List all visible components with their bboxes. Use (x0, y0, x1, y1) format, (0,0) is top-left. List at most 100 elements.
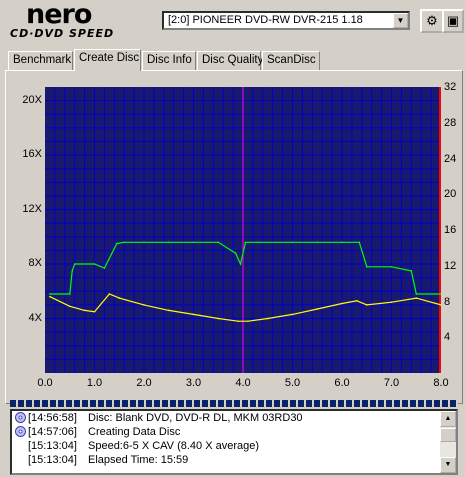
write-speed-point (316, 241, 319, 244)
write-speed-point (115, 242, 118, 245)
write-speed-point (71, 270, 74, 272)
rpm-point (247, 320, 249, 323)
x-tick-label: 6.0 (334, 377, 350, 389)
log-row: [15:13:04] Speed:6-5 X CAV (8.40 X avera… (12, 439, 456, 453)
log-message: Creating Data Disc (88, 426, 181, 438)
tab-benchmark[interactable]: Benchmark (8, 51, 73, 70)
log-time: [14:56:58] (28, 412, 77, 424)
logo-brand: nero (26, 0, 92, 30)
log-row: [15:13:04] Elapsed Time: 15:59 (12, 453, 456, 467)
disc-icon (15, 412, 26, 423)
y-right-tick-label: 4 (444, 331, 451, 344)
progress-bar (10, 400, 458, 407)
chevron-down-icon[interactable]: ▼ (393, 13, 408, 28)
write-speed-point (103, 267, 106, 269)
y-left-tick-label: 12X (22, 202, 42, 215)
x-tick-label: 1.0 (86, 377, 103, 389)
write-speed-point (68, 293, 71, 295)
x-tick-label: 4.0 (235, 377, 251, 389)
rpm-point (192, 313, 195, 316)
rpm-point (167, 309, 170, 312)
x-tick-label: 0.0 (37, 377, 53, 389)
scroll-down-button[interactable]: ▼ (440, 457, 456, 473)
rpm-point (316, 308, 319, 310)
speed-chart (45, 87, 441, 373)
x-tick-label: 7.0 (383, 377, 400, 389)
write-speed-point (167, 241, 170, 244)
tab-disc-quality[interactable]: Disc Quality (197, 51, 263, 70)
log-message: Disc: Blank DVD, DVD-R DL, MKM 03RD30 (88, 412, 303, 424)
write-speed-point (239, 263, 242, 265)
save-icon: ▣ (446, 13, 460, 28)
y-right-tick-label: 32 (444, 81, 457, 93)
y-right-tick-label: 8 (444, 295, 451, 308)
y-right-tick-label: 24 (444, 152, 457, 165)
x-tick-label: 3.0 (185, 377, 202, 389)
y-right-tick-label: 12 (444, 259, 457, 272)
log-time: [15:13:04] (28, 454, 77, 466)
log-row: [14:56:58] Disc: Blank DVD, DVD-R DL, MK… (12, 411, 456, 425)
x-tick-label: 8.0 (433, 377, 449, 389)
y-right-tick-label: 20 (444, 188, 457, 201)
scroll-up-button[interactable]: ▲ (440, 411, 456, 427)
y-left-tick-label: 8X (28, 257, 42, 270)
disc-icon (15, 426, 26, 437)
write-speed-point (358, 241, 361, 244)
write-speed-point (143, 241, 145, 244)
write-speed-point (123, 241, 125, 244)
scroll-thumb[interactable] (440, 428, 456, 442)
rpm-point (415, 297, 418, 299)
write-speed-point (234, 252, 237, 254)
drive-settings-button[interactable]: ⚙ (420, 9, 444, 33)
x-tick-label: 2.0 (136, 377, 152, 389)
write-speed-point (341, 241, 343, 244)
log-message: Elapsed Time: 15:59 (88, 454, 189, 466)
tab-scandisc[interactable]: ScanDisc (262, 51, 320, 70)
write-speed-point (73, 263, 76, 265)
y-left-tick-label: 16X (22, 148, 42, 161)
log-time: [15:13:04] (28, 440, 77, 452)
rpm-point (143, 304, 145, 306)
rpm-point (108, 293, 111, 295)
log-message: Speed:6-5 X CAV (8.40 X average) (88, 440, 260, 452)
rpm-point (365, 304, 368, 306)
y-right-tick-label: 16 (444, 224, 457, 236)
rpm-point (390, 301, 393, 303)
write-speed-point (244, 241, 247, 244)
drive-select[interactable]: [2:0] PIONEER DVD-RW DVR-215 1.18 ▼ (162, 11, 410, 30)
tab-create-disc[interactable]: Create Disc (74, 49, 141, 71)
rpm-point (291, 313, 294, 316)
rpm-point (341, 302, 343, 305)
y-left-tick-label: 4X (28, 311, 42, 324)
write-speed-point (217, 241, 220, 244)
rpm-point (49, 295, 51, 298)
logo-product: CD·DVD SPEED (10, 27, 115, 40)
log-time: [14:57:06] (28, 426, 77, 438)
drive-settings-icon: ⚙ (426, 13, 438, 28)
rpm-point (356, 300, 358, 302)
nero-logo: nero CD·DVD SPEED (6, 0, 156, 42)
drive-select-value: [2:0] PIONEER DVD-RW DVR-215 1.18 (168, 14, 363, 26)
save-button[interactable]: ▣ (442, 9, 464, 33)
rpm-point (237, 320, 239, 323)
write-speed-point (93, 263, 96, 265)
write-speed-point (390, 265, 393, 268)
write-speed-point (365, 265, 368, 268)
log-row: [14:57:06] Creating Data Disc (12, 425, 456, 439)
write-speed-point (192, 241, 195, 244)
rpm-point (118, 297, 121, 299)
log-scrollbar[interactable]: ▲ ▼ (440, 411, 456, 473)
write-speed-point (291, 241, 294, 244)
rpm-point (83, 309, 86, 312)
write-speed-point (410, 270, 413, 272)
write-speed-point (49, 293, 51, 295)
log-panel: [14:56:58] Disc: Blank DVD, DVD-R DL, MK… (10, 409, 458, 475)
rpm-point (93, 310, 96, 313)
write-speed-point (257, 241, 259, 244)
tab-disc-info[interactable]: Disc Info (142, 51, 196, 70)
rpm-point (217, 317, 220, 320)
y-left-tick-label: 20X (22, 93, 42, 106)
rpm-point (68, 305, 71, 308)
y-right-tick-label: 28 (444, 116, 457, 129)
rpm-point (266, 317, 269, 320)
